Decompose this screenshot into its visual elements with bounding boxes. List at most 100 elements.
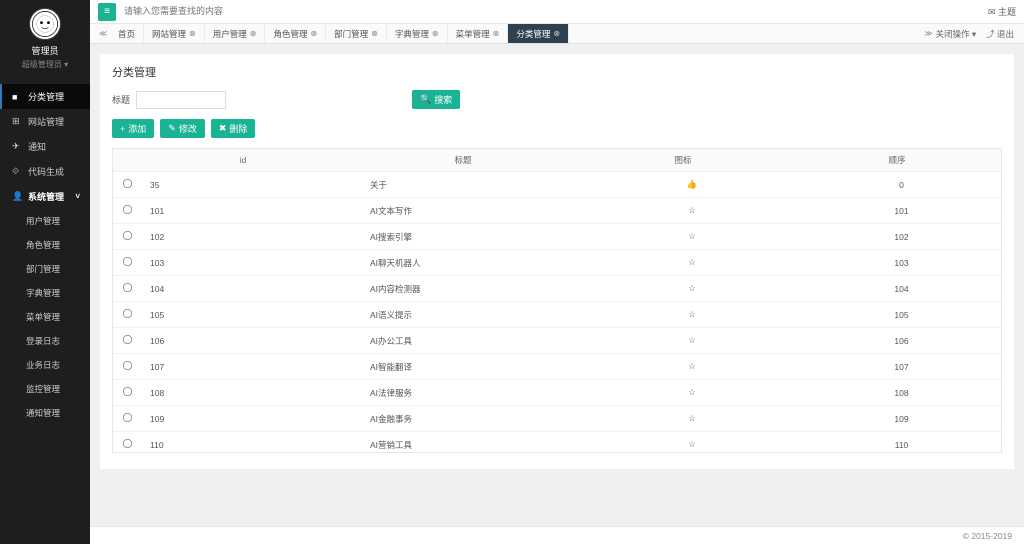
cell-title: AI金融事务 — [362, 406, 582, 432]
search-button[interactable]: 🔍搜索 — [412, 90, 460, 109]
tabs-next-button[interactable]: ≫ — [921, 24, 935, 43]
close-icon[interactable]: ⊗ — [493, 29, 500, 38]
sidebar-item-label: 菜单管理 — [26, 311, 60, 323]
cell-icon: ☆ — [582, 328, 802, 354]
search-input[interactable] — [124, 6, 324, 16]
column-header[interactable]: id — [133, 149, 353, 172]
row-select-radio[interactable] — [123, 439, 132, 448]
cell-id: 108 — [142, 380, 362, 406]
row-select-radio[interactable] — [123, 283, 132, 292]
tab[interactable]: 字典管理⊗ — [387, 24, 448, 43]
close-icon[interactable]: ⊗ — [189, 29, 196, 38]
sidebar-item-system[interactable]: 👤系统管理 ˅ — [0, 184, 90, 209]
close-icon[interactable]: ⊗ — [310, 29, 317, 38]
tab[interactable]: 网站管理⊗ — [144, 24, 205, 43]
tab-label: 用户管理 — [213, 28, 247, 40]
tab[interactable]: 角色管理⊗ — [265, 24, 326, 43]
row-select-radio[interactable] — [123, 231, 132, 240]
cell-order: 106 — [802, 328, 1001, 354]
sidebar-item-label: 字典管理 — [26, 287, 60, 299]
sidebar-item[interactable]: ■分类管理 — [0, 84, 90, 109]
row-select-radio[interactable] — [123, 335, 132, 344]
tab[interactable]: 部门管理⊗ — [326, 24, 387, 43]
footer: © 2015-2019 — [90, 526, 1024, 544]
table-row[interactable]: 108 AI法律服务 ☆ 108 — [113, 380, 1001, 406]
cell-id: 110 — [142, 432, 362, 453]
sidebar-item-label: 用户管理 — [26, 215, 60, 227]
sidebar-item[interactable]: 登录日志 — [0, 329, 90, 353]
tab[interactable]: 用户管理⊗ — [205, 24, 266, 43]
close-icon[interactable]: ⊗ — [250, 29, 257, 38]
sidebar-item[interactable]: 菜单管理 — [0, 305, 90, 329]
table-row[interactable]: 105 AI语义提示 ☆ 105 — [113, 302, 1001, 328]
user-role-dropdown[interactable]: 超级管理员 ▾ — [22, 59, 68, 70]
tab[interactable]: 分类管理⊗ — [508, 24, 569, 43]
nav-icon: ■ — [12, 92, 22, 102]
row-select-radio[interactable] — [123, 179, 132, 188]
sidebar-user: 管理员 超级管理员 ▾ — [0, 0, 90, 78]
avatar[interactable] — [29, 8, 61, 40]
chevron-down-icon: ˅ — [75, 192, 80, 201]
filter-label: 标题 — [112, 93, 130, 106]
top-link[interactable]: ✉ 主题 — [988, 5, 1016, 18]
sidebar-item[interactable]: 用户管理 — [0, 209, 90, 233]
sidebar-item[interactable]: 监控管理 — [0, 377, 90, 401]
sidebar-item[interactable]: 部门管理 — [0, 257, 90, 281]
table-row[interactable]: 101 AI文本写作 ☆ 101 — [113, 198, 1001, 224]
edit-button[interactable]: ✎修改 — [160, 119, 205, 138]
table-row[interactable]: 109 AI金融事务 ☆ 109 — [113, 406, 1001, 432]
add-button[interactable]: +添加 — [112, 119, 154, 138]
close-ops-dropdown[interactable]: 关闭操作 ▾ — [935, 28, 976, 40]
sidebar-item-label: 系统管理 — [28, 190, 64, 203]
button-label: 修改 — [179, 122, 197, 135]
table-row[interactable]: 107 AI智能翻译 ☆ 107 — [113, 354, 1001, 380]
table-row[interactable]: 104 AI内容检测器 ☆ 104 — [113, 276, 1001, 302]
sidebar-item[interactable]: 角色管理 — [0, 233, 90, 257]
sidebar-item[interactable]: ⟐代码生成 — [0, 159, 90, 184]
column-header[interactable] — [113, 149, 133, 172]
title-filter-input[interactable] — [136, 91, 226, 109]
nav-icon: ⟐ — [12, 166, 22, 177]
tabs-prev-button[interactable]: ≪ — [96, 24, 110, 43]
tab-label: 分类管理 — [516, 28, 550, 40]
table-row[interactable]: 35 关于 👍 0 — [113, 172, 1001, 198]
cell-title: AI营销工具 — [362, 432, 582, 453]
cell-id: 104 — [142, 276, 362, 302]
column-header[interactable]: 图标 — [573, 149, 793, 172]
row-select-radio[interactable] — [123, 257, 132, 266]
table-row[interactable]: 103 AI聊天机器人 ☆ 103 — [113, 250, 1001, 276]
cell-title: AI语义提示 — [362, 302, 582, 328]
sidebar-item[interactable]: 通知管理 — [0, 401, 90, 425]
sidebar-item-label: 通知管理 — [26, 407, 60, 419]
row-select-radio[interactable] — [123, 413, 132, 422]
sidebar-item-label: 角色管理 — [26, 239, 60, 251]
exit-button[interactable]: ⤴ 退出 — [986, 28, 1014, 40]
close-icon[interactable]: ⊗ — [432, 29, 439, 38]
sidebar-item[interactable]: 字典管理 — [0, 281, 90, 305]
table-row[interactable]: 110 AI营销工具 ☆ 110 — [113, 432, 1001, 453]
row-select-radio[interactable] — [123, 361, 132, 370]
button-label: 添加 — [128, 122, 146, 135]
row-select-radio[interactable] — [123, 387, 132, 396]
sidebar-item[interactable]: 业务日志 — [0, 353, 90, 377]
cell-title: 关于 — [362, 172, 582, 198]
row-select-radio[interactable] — [123, 205, 132, 214]
delete-button[interactable]: ✖删除 — [211, 119, 256, 138]
sidebar-item[interactable]: ⊞网站管理 — [0, 109, 90, 134]
cell-id: 35 — [142, 172, 362, 198]
cell-icon: ☆ — [582, 250, 802, 276]
sidebar-item[interactable]: ✈通知 — [0, 134, 90, 159]
menu-toggle-button[interactable]: ≡ — [98, 3, 116, 21]
table-row[interactable]: 106 AI办公工具 ☆ 106 — [113, 328, 1001, 354]
close-icon[interactable]: ⊗ — [371, 29, 378, 38]
column-header[interactable]: 顺序 — [793, 149, 1001, 172]
cell-order: 101 — [802, 198, 1001, 224]
row-select-radio[interactable] — [123, 309, 132, 318]
cell-id: 107 — [142, 354, 362, 380]
table-row[interactable]: 102 AI搜索引擎 ☆ 102 — [113, 224, 1001, 250]
tab[interactable]: 首页 — [110, 24, 144, 43]
sidebar-item-label: 登录日志 — [26, 335, 60, 347]
close-icon[interactable]: ⊗ — [553, 29, 560, 38]
column-header[interactable]: 标题 — [353, 149, 573, 172]
tab[interactable]: 菜单管理⊗ — [448, 24, 509, 43]
